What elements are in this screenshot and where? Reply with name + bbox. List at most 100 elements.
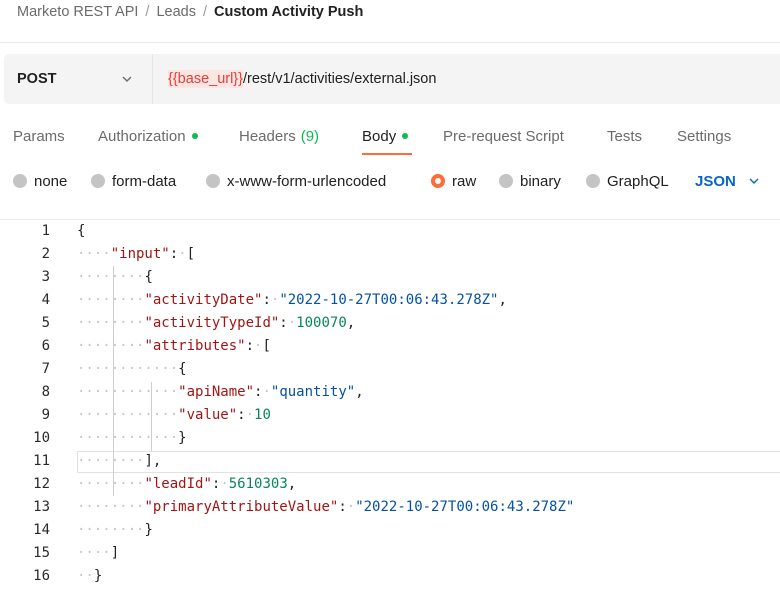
code-token: : [237, 407, 246, 423]
code-token: "leadId" [144, 476, 212, 492]
url-input[interactable]: {{base_url}}/rest/v1/activities/external… [168, 54, 436, 104]
code-token: ], [144, 453, 162, 469]
code-token: "quantity" [270, 384, 356, 400]
radio-label: raw [452, 172, 477, 190]
code-content: ············} [77, 427, 187, 450]
whitespace-marker: ············ [77, 430, 179, 446]
code-content: ········"primaryAttributeValue":·"2022-1… [77, 496, 574, 519]
code-token: { [144, 269, 153, 285]
code-token: [ [186, 246, 196, 262]
code-token: : [279, 315, 288, 331]
line-number: 2 [41, 246, 50, 262]
code-line[interactable]: 8 ············"apiName":·"quantity", [0, 381, 780, 404]
tab-tests[interactable]: Tests [607, 126, 642, 146]
code-line[interactable]: 5 ········"activityTypeId":·100070, [0, 312, 780, 335]
tab-body[interactable]: Body [362, 126, 409, 146]
radio-icon [13, 174, 27, 188]
radio-icon [206, 174, 220, 188]
tab-settings[interactable]: Settings [677, 126, 731, 146]
code-content: ········"leadId":·5610303, [77, 473, 296, 496]
body-type-x-www-form-urlencoded[interactable]: x-www-form-urlencoded [206, 171, 386, 191]
whitespace-marker: · [245, 407, 255, 423]
code-token: } [178, 430, 187, 446]
code-content: ············"apiName":·"quantity", [77, 381, 364, 404]
whitespace-marker: ········ [77, 269, 145, 285]
code-line[interactable]: 6 ········"attributes":·[ [0, 335, 780, 358]
code-line[interactable]: 14 ········} [0, 519, 780, 542]
whitespace-marker: · [220, 476, 229, 492]
code-token: 5610303 [228, 476, 288, 492]
code-line[interactable]: 12 ········"leadId":·5610303, [0, 473, 780, 496]
body-type-none[interactable]: none [13, 171, 67, 191]
url-variable[interactable]: {{base_url}} [168, 70, 243, 88]
code-token: , [287, 476, 297, 492]
code-token: : [338, 499, 347, 515]
code-token: "input" [110, 246, 170, 262]
line-number: 1 [41, 223, 50, 239]
url-path: /rest/v1/activities/external.json [243, 71, 437, 87]
line-number: 16 [33, 568, 50, 584]
whitespace-marker: ········ [77, 453, 145, 469]
line-number: 10 [33, 430, 50, 446]
code-content: ············{ [77, 358, 187, 381]
tab-headers[interactable]: Headers (9) [239, 126, 319, 146]
code-content: ············"value":·10 [77, 404, 271, 427]
request-name[interactable]: Custom Activity Push [214, 4, 363, 20]
breadcrumb-collection[interactable]: Marketo REST API [17, 4, 138, 20]
body-type-graphql[interactable]: GraphQL [586, 171, 669, 191]
line-number: 15 [33, 545, 50, 561]
code-token: , [346, 315, 356, 331]
tab-label: Authorization [98, 127, 186, 145]
method-select[interactable]: POST [17, 54, 56, 104]
body-type-binary[interactable]: binary [499, 171, 561, 191]
line-number: 9 [41, 407, 50, 423]
radio-label: none [34, 172, 68, 190]
chevron-down-icon[interactable] [120, 72, 134, 86]
whitespace-marker: ···· [77, 545, 111, 561]
code-editor[interactable]: 1{2 ····"input":·[3 ········{4 ········"act… [0, 219, 780, 592]
whitespace-marker: · [346, 499, 356, 515]
code-token: ] [110, 545, 120, 561]
code-line[interactable]: 10 ············} [0, 427, 780, 450]
url-divider [152, 54, 153, 104]
tab-authorization[interactable]: Authorization [98, 126, 198, 146]
tab-label: Pre-request Script [443, 127, 564, 145]
radio-label: binary [520, 172, 561, 190]
status-dot [402, 133, 409, 139]
code-content: ····] [77, 542, 119, 565]
line-number: 12 [33, 476, 50, 492]
code-line[interactable]: 16 ··} [0, 565, 780, 588]
tab-pre-request-script[interactable]: Pre-request Script [443, 126, 564, 146]
radio-icon [586, 174, 600, 188]
code-line[interactable]: 13 ········"primaryAttributeValue":·"2022… [0, 496, 780, 519]
code-line[interactable]: 3 ········{ [0, 266, 780, 289]
code-line[interactable]: 4 ········"activityDate":·"2022-10-27T00:… [0, 289, 780, 312]
tab-params[interactable]: Params [13, 126, 65, 146]
code-token: "attributes" [144, 338, 246, 354]
code-content: ····"input":·[ [77, 243, 195, 266]
whitespace-marker: · [287, 315, 297, 331]
code-content: ········{ [77, 266, 153, 289]
whitespace-marker: ········ [77, 292, 145, 308]
radio-icon [499, 174, 513, 188]
code-line[interactable]: 2 ····"input":·[ [0, 243, 780, 266]
code-line[interactable]: 9 ············"value":·10 [0, 404, 780, 427]
radio-label: form-data [112, 172, 177, 190]
body-type-form-data[interactable]: form-data [91, 171, 176, 191]
code-token: 10 [254, 407, 271, 423]
code-token: , [355, 384, 364, 400]
tab-label: Settings [677, 127, 732, 145]
breadcrumb: Marketo REST API / Leads / Custom Activi… [17, 3, 363, 21]
breadcrumb-folder[interactable]: Leads [156, 4, 196, 20]
whitespace-marker: ········ [77, 522, 145, 538]
code-line[interactable]: 7 ············{ [0, 358, 780, 381]
active-tab-indicator [362, 153, 412, 155]
body-type-raw[interactable]: raw [431, 171, 476, 191]
code-line[interactable]: 15 ····] [0, 542, 780, 565]
language-select[interactable]: JSON [695, 171, 760, 191]
code-content: ········"activityTypeId":·100070, [77, 312, 355, 335]
code-line[interactable]: 1{ [0, 220, 780, 243]
code-line[interactable]: 11 ········], [0, 450, 780, 473]
code-token: } [93, 568, 103, 584]
code-content: ········], [77, 450, 161, 473]
